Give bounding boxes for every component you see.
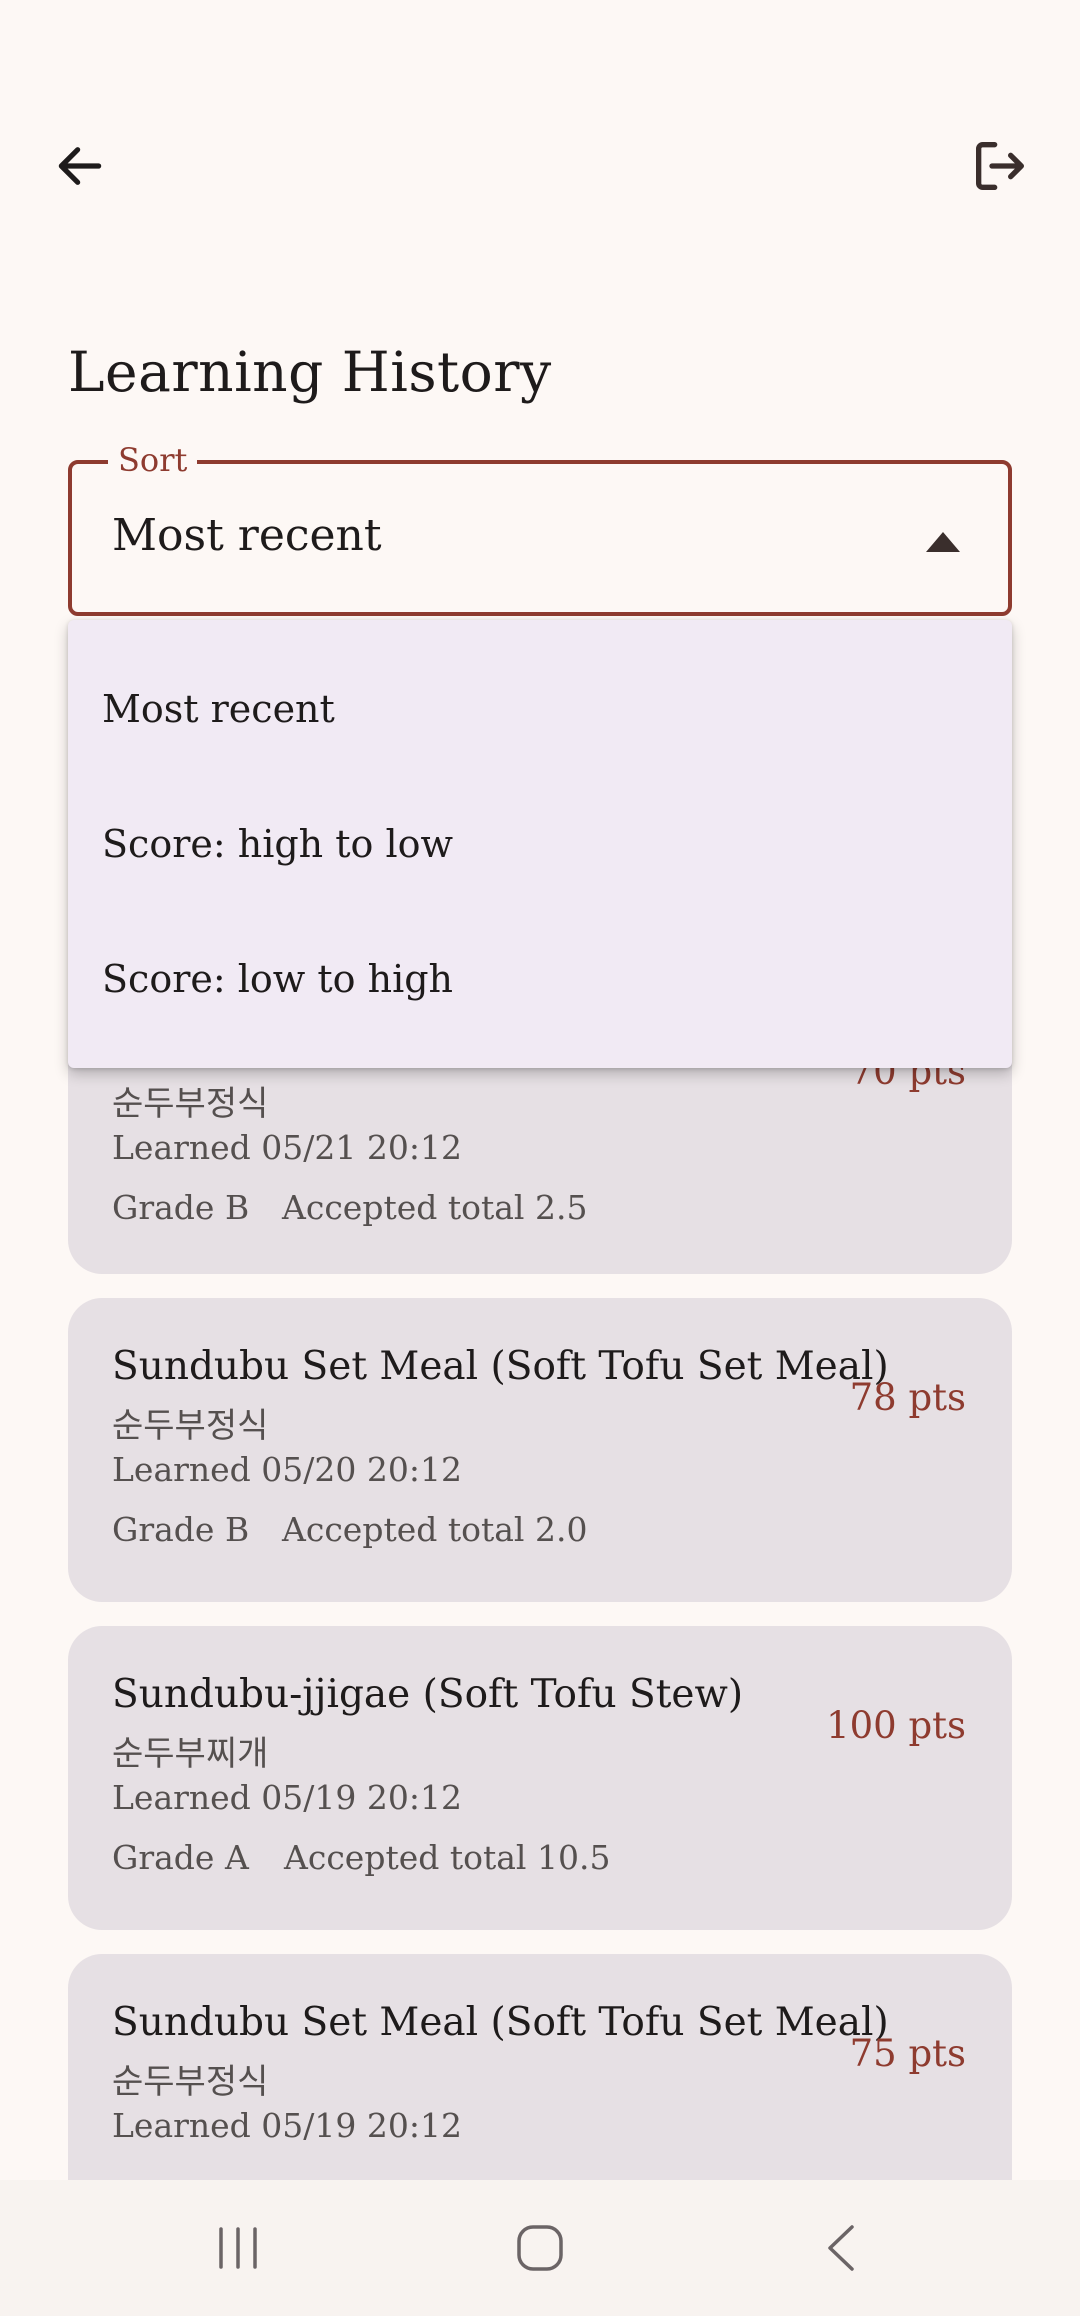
- card-learned-date: Learned 05/20 20:12: [112, 1450, 462, 1489]
- card-learned-date: Learned 05/19 20:12: [112, 1778, 462, 1817]
- card-grade: Grade A: [112, 1838, 249, 1877]
- card-grade: Grade B: [112, 1188, 250, 1227]
- nav-home-button[interactable]: [480, 2208, 600, 2288]
- system-navigation-bar: [0, 2180, 1080, 2316]
- sort-option-most-recent[interactable]: Most recent: [68, 642, 1012, 776]
- history-card[interactable]: Sundubu Set Meal (Soft Tofu Set Meal) 78…: [68, 1298, 1012, 1602]
- chevron-left-icon: [828, 2225, 854, 2271]
- logout-icon: [976, 142, 1024, 190]
- card-korean-name: 순두부정식: [112, 1084, 269, 1124]
- card-korean-name: 순두부정식: [112, 1406, 269, 1446]
- card-accepted-total: Accepted total 10.5: [284, 1838, 611, 1877]
- card-accepted-total: Accepted total 2.0: [282, 1510, 588, 1549]
- card-points: 100 pts: [826, 1704, 966, 1747]
- card-learned-date: Learned 05/21 20:12: [112, 1128, 462, 1167]
- card-title: Sundubu Set Meal (Soft Tofu Set Meal): [112, 2000, 889, 2045]
- sort-selected-value: Most recent: [112, 510, 382, 561]
- sort-option-score-high-to-low[interactable]: Score: high to low: [68, 777, 1012, 911]
- card-korean-name: 순두부정식: [112, 2062, 269, 2102]
- back-button[interactable]: [30, 116, 130, 216]
- card-points: 75 pts: [849, 2032, 966, 2075]
- history-card[interactable]: Sundubu-jjigae (Soft Tofu Stew) 100 pts …: [68, 1626, 1012, 1930]
- recents-icon: [219, 2227, 257, 2269]
- card-points: 78 pts: [849, 1376, 966, 1419]
- nav-back-button[interactable]: [782, 2208, 902, 2288]
- card-title: Sundubu-jjigae (Soft Tofu Stew): [112, 1672, 744, 1717]
- top-app-bar: [0, 96, 1080, 236]
- status-bar: [0, 0, 1080, 96]
- sort-label: Sort: [108, 440, 198, 480]
- home-icon: [517, 2225, 563, 2271]
- card-grade: Grade B: [112, 1510, 250, 1549]
- card-korean-name: 순두부찌개: [112, 1734, 269, 1774]
- sort-option-score-low-to-high[interactable]: Score: low to high: [68, 912, 1012, 1046]
- sort-select[interactable]: Sort Most recent: [68, 440, 1012, 616]
- page-title: Learning History: [68, 340, 552, 404]
- card-title: Sundubu Set Meal (Soft Tofu Set Meal): [112, 1344, 889, 1389]
- card-accepted-total: Accepted total 2.5: [282, 1188, 588, 1227]
- nav-recents-button[interactable]: [178, 2208, 298, 2288]
- triangle-up-icon[interactable]: [926, 532, 960, 552]
- logout-button[interactable]: [950, 116, 1050, 216]
- sort-dropdown-menu: Most recent Score: high to low Score: lo…: [68, 620, 1012, 1068]
- card-learned-date: Learned 05/19 20:12: [112, 2106, 462, 2145]
- arrow-left-icon: [58, 147, 102, 185]
